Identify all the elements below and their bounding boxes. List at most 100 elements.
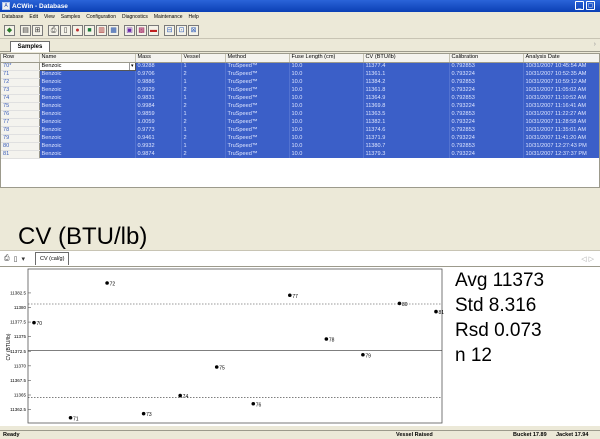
y-tick-label: 11367.5 xyxy=(10,378,26,383)
table-row[interactable]: 77 Benzoic 1.0059 2 TruSpeed™ 10.0 11382.1 0.79… xyxy=(1,118,599,127)
printer-icon[interactable]: ⎙ xyxy=(48,24,59,36)
preview-icon[interactable]: ▯ xyxy=(60,24,71,36)
vessel-cell: 2 xyxy=(181,150,226,158)
tab-cv-cal-g[interactable]: CV (cal/g) xyxy=(34,252,70,265)
method-cell: TruSpeed™ xyxy=(225,134,290,142)
table-row[interactable]: 73 Benzoic 0.9929 2 TruSpeed™ 10.0 11361.8 0.79… xyxy=(1,86,599,95)
layout-icon[interactable]: ⊠ xyxy=(188,24,199,36)
col-header-method[interactable]: Method xyxy=(225,54,290,63)
menu-maintenance[interactable]: Maintenance xyxy=(154,14,183,20)
fuse-length-cell: 10.0 xyxy=(289,150,364,158)
table-row[interactable]: 71 Benzoic 0.9706 2 TruSpeed™ 10.0 11361.1 0.79… xyxy=(1,70,599,79)
data-point xyxy=(251,401,256,406)
fuse-length-cell: 10.0 xyxy=(289,110,364,118)
row-number[interactable]: 74 xyxy=(1,94,40,103)
menu-configuration[interactable]: Configuration xyxy=(86,14,116,20)
copy-chart-icon[interactable]: ▯ xyxy=(14,255,18,263)
dropdown-arrow-icon[interactable]: ▾ xyxy=(21,255,25,263)
menu-database[interactable]: Database xyxy=(2,14,23,20)
row-number[interactable]: 71 xyxy=(1,70,40,79)
row-number[interactable]: 73 xyxy=(1,86,40,95)
row-number[interactable]: 79 xyxy=(1,134,40,143)
grid-icon[interactable]: ▦ xyxy=(108,24,119,36)
analysis-date-cell: 10/31/2007 12:37:37 PM xyxy=(523,150,599,158)
calibration-cell: 0.792853 xyxy=(449,94,524,102)
chart-nav-arrows-icon[interactable]: ◁ ▷ xyxy=(581,255,594,263)
sample-name-combobox[interactable]: Benzoic ▾ xyxy=(38,61,136,71)
col-header-fuse-length[interactable]: Fuse Length (cm) xyxy=(289,54,364,63)
mass-cell: 0.9831 xyxy=(135,94,182,102)
print-chart-icon[interactable]: ⎙ xyxy=(4,255,10,263)
minimize-button[interactable]: _ xyxy=(575,1,584,10)
analysis-date-cell: 10/31/2007 12:27:43 PM xyxy=(523,142,599,150)
menu-samples[interactable]: Samples xyxy=(61,14,80,20)
table-row[interactable]: 76 Benzoic 0.9859 1 TruSpeed™ 10.0 11363.5 0.79… xyxy=(1,110,599,119)
col-header-calibration[interactable]: Calibration xyxy=(449,54,524,63)
vessel-cell: 1 xyxy=(181,142,226,150)
row-number[interactable]: 72 xyxy=(1,78,40,87)
row-number[interactable]: 75 xyxy=(1,102,40,111)
col-header-row[interactable]: Row xyxy=(1,54,40,63)
menu-view[interactable]: View xyxy=(44,14,55,20)
tools-icon[interactable]: ⊞ xyxy=(32,24,43,36)
title-bar[interactable]: A ACWin - Database _ ▢ xyxy=(0,0,600,12)
table-row[interactable]: 72 Benzoic 0.9886 1 TruSpeed™ 10.0 11384.2 0.79… xyxy=(1,78,599,87)
analysis-date-cell: 10/31/2007 11:41:20 AM xyxy=(523,134,599,142)
table-row[interactable]: 79 Benzoic 0.9461 2 TruSpeed™ 10.0 11371.9 0.79… xyxy=(1,134,599,143)
grid-body: 70* Benzoic ▾ 0.9288 1 TruSpeed™ 10.0 11377.4 0.… xyxy=(1,61,599,159)
row-number[interactable]: 76 xyxy=(1,110,40,119)
data-point-label: 78 xyxy=(329,338,335,344)
status-bucket: Bucket 17.89 xyxy=(513,432,547,438)
export-icon[interactable]: ⊟ xyxy=(164,24,175,36)
cv-cell: 11364.9 xyxy=(363,94,450,102)
data-point xyxy=(397,301,402,306)
row-number[interactable]: 78 xyxy=(1,126,40,135)
sample-name: Benzoic xyxy=(39,70,136,78)
tab-samples[interactable]: Samples xyxy=(10,41,50,52)
open-icon[interactable]: ◆ xyxy=(4,24,15,36)
data-point-label: 81 xyxy=(439,310,445,316)
analysis-date-cell: 10/31/2007 11:35:01 AM xyxy=(523,126,599,134)
col-header-vessel[interactable]: Vessel xyxy=(181,54,226,63)
col-header-cv[interactable]: CV (BTU/lb) xyxy=(363,54,450,63)
col-header-mass[interactable]: Mass xyxy=(135,54,182,63)
calc-icon[interactable]: ▣ xyxy=(124,24,135,36)
data-point xyxy=(105,281,109,285)
col-header-analysis-date[interactable]: Analysis Date xyxy=(523,54,599,63)
table-row[interactable]: 75 Benzoic 0.9984 2 TruSpeed™ 10.0 11369.8 0.79… xyxy=(1,102,599,111)
close-button[interactable]: ▢ xyxy=(586,1,595,10)
print-icon[interactable]: ▤ xyxy=(20,24,31,36)
combobox-dropdown-icon[interactable]: ▾ xyxy=(128,63,134,69)
report-icon[interactable]: ▥ xyxy=(96,24,107,36)
y-tick-label: 11375 xyxy=(14,334,27,339)
col-header-name[interactable]: Name xyxy=(39,54,136,63)
table-row[interactable]: 78 Benzoic 0.9773 1 TruSpeed™ 10.0 11374.6 0.79… xyxy=(1,126,599,135)
chart-icon[interactable]: ▩ xyxy=(136,24,147,36)
method-cell: TruSpeed™ xyxy=(225,142,290,150)
fuse-length-cell: 10.0 xyxy=(289,126,364,134)
table-row[interactable]: 74 Benzoic 0.9831 1 TruSpeed™ 10.0 11364.9 0.79… xyxy=(1,94,599,103)
tab-scroll-right-icon[interactable]: › xyxy=(594,41,596,48)
menu-help[interactable]: Help xyxy=(188,14,198,20)
row-number[interactable]: 77 xyxy=(1,118,40,127)
row-number[interactable]: 80 xyxy=(1,142,40,151)
vessel-cell: 1 xyxy=(181,78,226,86)
cv-cell: 11384.2 xyxy=(363,78,450,86)
table-row[interactable]: 80 Benzoic 0.9932 1 TruSpeed™ 10.0 11380.7 0.79… xyxy=(1,142,599,151)
stop-icon[interactable]: ■ xyxy=(84,24,95,36)
calibration-cell: 0.793224 xyxy=(449,134,524,142)
menu-edit[interactable]: Edit xyxy=(29,14,38,20)
row-number[interactable]: 81 xyxy=(1,150,40,159)
menu-diagnostics[interactable]: Diagnostics xyxy=(122,14,148,20)
data-point-label: 73 xyxy=(146,412,152,418)
row-number[interactable]: 70* xyxy=(1,62,40,71)
analysis-date-cell: 10/31/2007 11:05:02 AM xyxy=(523,86,599,94)
cv-cell: 11374.6 xyxy=(363,126,450,134)
data-point xyxy=(141,411,146,416)
window-icon[interactable]: ▬ xyxy=(148,24,159,36)
table-row[interactable]: 70* Benzoic ▾ 0.9288 1 TruSpeed™ 10.0 11377.4 0.… xyxy=(1,61,599,71)
color-icon[interactable]: ● xyxy=(72,24,83,36)
export2-icon[interactable]: ⊡ xyxy=(176,24,187,36)
table-row[interactable]: 81 Benzoic 0.9874 2 TruSpeed™ 10.0 11379.3 0.79… xyxy=(1,150,599,159)
data-point-label: 74 xyxy=(183,394,189,400)
